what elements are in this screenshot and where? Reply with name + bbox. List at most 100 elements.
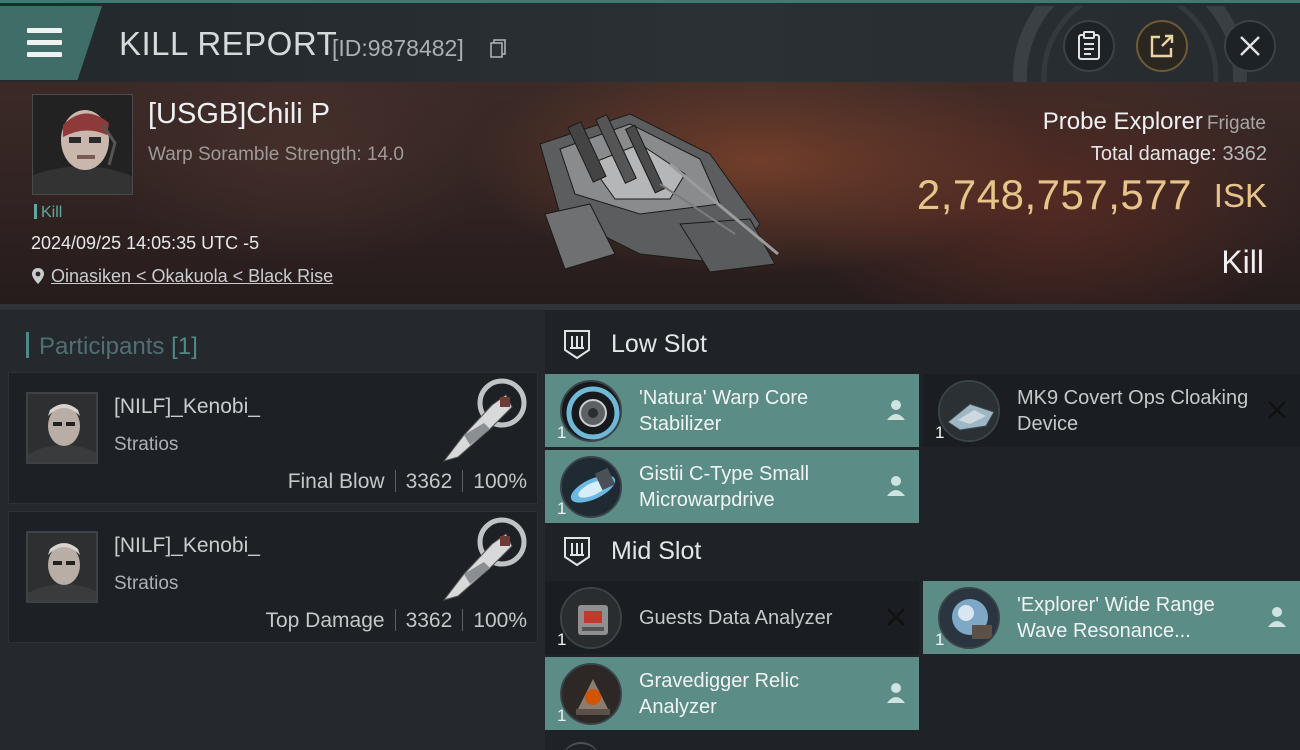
module-item[interactable]: 1 'Natura' Warp Core Stabilizer (545, 374, 919, 447)
warp-core-stabilizer-icon (566, 386, 620, 440)
location-pin-icon (32, 268, 44, 284)
participant-avatar[interactable] (26, 531, 98, 603)
warp-scramble-strength: Warp Soramble Strength: 14.0 (148, 144, 404, 165)
share-icon (1150, 34, 1174, 58)
mid-slot-header: Mid Slot (561, 531, 701, 571)
next-slot-header-partial (561, 742, 601, 750)
participant-card[interactable]: [NILF]_Kenobi_ Stratios Top Damage 3362 10… (8, 511, 538, 643)
kill-tag-marker (34, 204, 37, 219)
participant-percent: 100% (473, 609, 527, 632)
participants-label: Participants (39, 333, 165, 360)
fitting-panel: Low Slot 1 'Natura' Warp Core Stabilizer… (545, 304, 1300, 750)
menu-button[interactable] (0, 6, 102, 80)
participant-ship: Stratios (114, 434, 179, 455)
participant-name[interactable]: [NILF]_Kenobi_ (114, 395, 260, 419)
close-button[interactable] (1224, 20, 1276, 72)
module-name: MK9 Covert Ops Cloaking Device (1017, 387, 1249, 435)
participant-avatar-image (28, 394, 96, 462)
participant-name[interactable]: [NILF]_Kenobi_ (114, 534, 260, 558)
module-item[interactable]: 1 MK9 Covert Ops Cloaking Device (923, 374, 1300, 447)
module-name: 'Natura' Warp Core Stabilizer (639, 387, 809, 435)
clipboard-button[interactable] (1063, 20, 1115, 72)
participant-ship-icon[interactable] (434, 514, 532, 606)
low-slot-title: Low Slot (611, 329, 707, 358)
header-accent (26, 332, 29, 358)
report-id: [ID:9878482] (332, 35, 464, 61)
total-damage-label: Total damage: (1090, 143, 1217, 165)
participant-ship-icon[interactable] (434, 375, 532, 467)
module-icon (938, 380, 1000, 442)
page-title: KILL REPORT (119, 25, 338, 62)
data-analyzer-icon (562, 589, 620, 647)
victim-portrait[interactable] (32, 94, 133, 195)
total-damage: Total damage: 3362 (1091, 143, 1267, 166)
person-icon (1268, 607, 1286, 627)
low-slot-icon (564, 330, 590, 360)
participants-header: Participants [1] (26, 332, 198, 361)
kill-location: Oinasiken < Okakuola < Black Rise (31, 266, 333, 287)
isk-unit: ISK (1213, 177, 1267, 214)
kill-tag-label: Kill (41, 204, 63, 221)
participant-damage: 3362 (405, 470, 453, 493)
share-button[interactable] (1136, 20, 1188, 72)
module-name: Gistii C-Type Small Microwarpdrive (639, 463, 810, 511)
relic-analyzer-icon (562, 665, 620, 723)
participants-panel: Participants [1] [NILF]_Kenobi_ Stratios… (0, 304, 545, 750)
destroyed-x-icon (1268, 401, 1286, 419)
isk-value: 2,748,757,577 (916, 171, 1192, 218)
mid-slot-title: Mid Slot (611, 536, 702, 565)
kill-tag: Kill (34, 204, 62, 222)
kill-datetime: 2024/09/25 14:05:35 UTC -5 (31, 233, 260, 253)
participant-avatar[interactable] (26, 392, 98, 464)
module-icon (560, 380, 622, 442)
top-bar: KILL REPORT [ID:9878482] (0, 0, 1300, 84)
module-quantity: 1 (935, 423, 945, 442)
participants-count: [1] (171, 333, 198, 360)
stats-separator (394, 470, 396, 492)
kill-result-label: Kill (1221, 244, 1264, 280)
menu-icon-bar (27, 40, 62, 45)
victim-ship-name: Probe Explorer (1042, 108, 1203, 135)
victim-name[interactable]: [USGB]Chili P (148, 98, 330, 131)
module-quantity: 1 (557, 630, 567, 649)
victim-ship[interactable]: Probe Explorer Frigate (1043, 108, 1266, 136)
module-icon (560, 663, 622, 725)
copy-icon[interactable] (489, 38, 509, 58)
module-item[interactable]: 1 Gistii C-Type Small Microwarpdrive (545, 450, 919, 523)
module-name: Gravedigger Relic Analyzer (639, 670, 800, 718)
participant-role: Top Damage (265, 609, 385, 632)
mid-slot-icon (564, 537, 590, 567)
module-icon (560, 587, 622, 649)
participant-card[interactable]: [NILF]_Kenobi_ Stratios Final Blow 3362 10… (8, 372, 538, 504)
person-icon (887, 476, 905, 496)
person-icon (887, 400, 905, 420)
participant-role: Final Blow (287, 470, 385, 493)
kill-summary-banner: [USGB]Chili P Warp Soramble Strength: 14… (0, 82, 1300, 304)
participant-avatar-image (28, 533, 96, 601)
victim-ship-class: Frigate (1206, 113, 1266, 134)
victim-avatar-image (33, 95, 132, 194)
module-quantity: 1 (935, 630, 945, 649)
participant-stats: Final Blow 3362 100% (288, 470, 527, 494)
module-quantity: 1 (557, 423, 567, 442)
stats-separator (462, 470, 464, 492)
low-slot-header: Low Slot (561, 324, 707, 364)
participant-ship: Stratios (114, 573, 179, 594)
total-damage-value: 3362 (1222, 143, 1268, 165)
menu-icon-bar (27, 52, 62, 57)
module-item[interactable]: 1 Guests Data Analyzer (545, 581, 919, 654)
participant-stats: Top Damage 3362 100% (265, 609, 527, 633)
module-quantity: 1 (557, 499, 567, 518)
person-icon (887, 683, 905, 703)
module-item[interactable]: 1 Gravedigger Relic Analyzer (545, 657, 919, 730)
location-link[interactable]: Oinasiken < Okakuola < Black Rise (51, 266, 333, 286)
module-name: Guests Data Analyzer (639, 607, 833, 629)
participant-percent: 100% (473, 470, 527, 493)
module-item[interactable]: 1 'Explorer' Wide Range Wave Resonance..… (923, 581, 1300, 654)
close-icon (1240, 36, 1260, 56)
menu-icon (27, 28, 62, 33)
module-icon (560, 456, 622, 518)
module-name: 'Explorer' Wide Range Wave Resonance... (1017, 594, 1215, 642)
cloaking-device-icon (940, 382, 998, 440)
decorative-ring (1013, 6, 1247, 84)
